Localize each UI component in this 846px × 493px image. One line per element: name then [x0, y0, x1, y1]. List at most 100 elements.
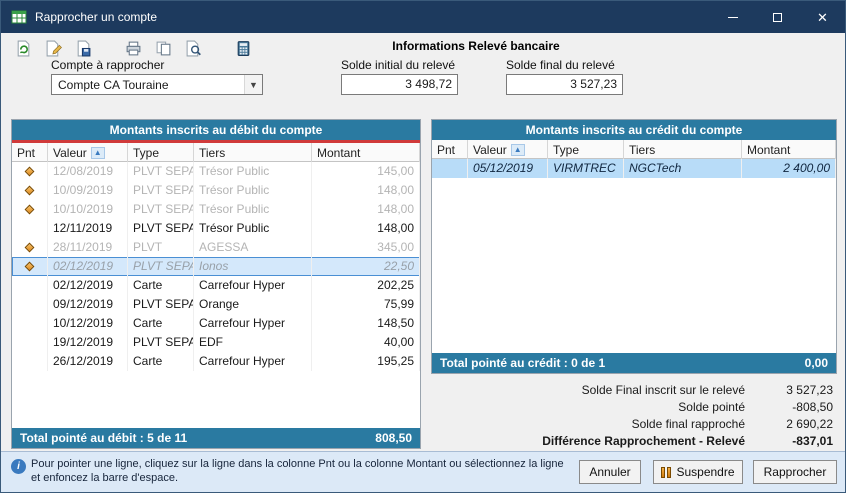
- col-montant[interactable]: Montant: [312, 143, 420, 162]
- montant-cell[interactable]: 202,25: [312, 276, 420, 295]
- type-cell: PLVT SEPA: [128, 219, 194, 238]
- copy-button[interactable]: [151, 37, 175, 59]
- solde-initial-input[interactable]: 3 498,72: [341, 74, 458, 95]
- col-tiers[interactable]: Tiers: [194, 143, 312, 162]
- montant-cell[interactable]: 148,00: [312, 200, 420, 219]
- minimize-icon: [728, 17, 738, 18]
- preview-icon: [185, 40, 202, 57]
- table-row[interactable]: 10/09/2019PLVT SEPATrésor Public148,00: [12, 181, 420, 200]
- tiers-cell: Orange: [194, 295, 312, 314]
- debit-total-bar: Total pointé au débit : 5 de 11 808,50: [12, 428, 420, 448]
- type-cell: PLVT SEPA: [128, 162, 194, 181]
- credit-panel-title: Montants inscrits au crédit du compte: [432, 120, 836, 140]
- valeur-cell: 10/10/2019: [48, 200, 128, 219]
- save-button[interactable]: [71, 37, 95, 59]
- pnt-cell[interactable]: [12, 276, 48, 295]
- montant-cell[interactable]: 195,25: [312, 352, 420, 371]
- montant-cell[interactable]: 148,50: [312, 314, 420, 333]
- table-row[interactable]: 28/11/2019PLVTAGESSA345,00: [12, 238, 420, 257]
- pointed-diamond-icon: [25, 167, 35, 177]
- col-type[interactable]: Type: [128, 143, 194, 162]
- pnt-cell[interactable]: [432, 159, 468, 178]
- pnt-cell[interactable]: [12, 238, 48, 257]
- preview-button[interactable]: [181, 37, 205, 59]
- montant-cell[interactable]: 75,99: [312, 295, 420, 314]
- print-icon: [125, 40, 142, 57]
- summary-lines: Solde Final inscrit sur le relevé3 527,2…: [431, 381, 837, 449]
- pnt-cell[interactable]: [12, 295, 48, 314]
- toolbar: [11, 37, 255, 59]
- col-montant[interactable]: Montant: [742, 140, 836, 159]
- debit-table-header: Pnt Valeur ▲ Type Tiers Montant: [12, 143, 420, 162]
- summary-line: Solde pointé-808,50: [431, 398, 837, 415]
- montant-cell[interactable]: 148,00: [312, 219, 420, 238]
- montant-cell[interactable]: 2 400,00: [742, 159, 836, 178]
- table-row[interactable]: 12/08/2019PLVT SEPATrésor Public145,00: [12, 162, 420, 181]
- col-pnt[interactable]: Pnt: [432, 140, 468, 159]
- rapprocher-button[interactable]: Rapprocher: [753, 460, 837, 484]
- montant-cell[interactable]: 145,00: [312, 162, 420, 181]
- summary-label: Solde final rapproché: [431, 417, 759, 431]
- summary-value: 3 527,23: [759, 383, 837, 397]
- rapprocher-compte-window: Rapprocher un compte ✕: [0, 0, 846, 493]
- tiers-cell: Trésor Public: [194, 181, 312, 200]
- validate-button[interactable]: [11, 37, 35, 59]
- solde-final-input[interactable]: 3 527,23: [506, 74, 623, 95]
- table-row[interactable]: 02/12/2019PLVT SEPAIonos22,50: [12, 257, 420, 276]
- table-row[interactable]: 10/12/2019CarteCarrefour Hyper148,50: [12, 314, 420, 333]
- pnt-cell[interactable]: [12, 257, 48, 276]
- table-row[interactable]: 05/12/2019VIRMTRECNGCTech2 400,00: [432, 159, 836, 178]
- montant-cell[interactable]: 22,50: [312, 257, 420, 276]
- account-select[interactable]: Compte CA Touraine ▼: [51, 74, 263, 95]
- suspendre-button[interactable]: Suspendre: [653, 460, 743, 484]
- save-icon: [75, 40, 92, 57]
- credit-total-label: Total pointé au crédit : 0 de 1: [440, 356, 605, 370]
- window-controls: ✕: [710, 1, 845, 33]
- table-row[interactable]: 02/12/2019CarteCarrefour Hyper202,25: [12, 276, 420, 295]
- calculator-button[interactable]: [231, 37, 255, 59]
- col-pnt[interactable]: Pnt: [12, 143, 48, 162]
- table-row[interactable]: 19/12/2019PLVT SEPAEDF40,00: [12, 333, 420, 352]
- print-button[interactable]: [121, 37, 145, 59]
- tiers-cell: Trésor Public: [194, 162, 312, 181]
- type-cell: PLVT SEPA: [128, 257, 194, 276]
- summary-value: -837,01: [759, 434, 837, 448]
- montant-cell[interactable]: 345,00: [312, 238, 420, 257]
- app-icon: [11, 9, 27, 25]
- pnt-cell[interactable]: [12, 200, 48, 219]
- pnt-cell[interactable]: [12, 181, 48, 200]
- pnt-cell[interactable]: [12, 333, 48, 352]
- close-button[interactable]: ✕: [800, 1, 845, 33]
- montant-cell[interactable]: 40,00: [312, 333, 420, 352]
- table-row[interactable]: 26/12/2019CarteCarrefour Hyper195,25: [12, 352, 420, 371]
- summary-value: 2 690,22: [759, 417, 837, 431]
- pointed-diamond-icon: [25, 205, 35, 215]
- col-valeur[interactable]: Valeur ▲: [48, 143, 128, 162]
- montant-cell[interactable]: 148,00: [312, 181, 420, 200]
- valeur-cell: 10/12/2019: [48, 314, 128, 333]
- tiers-cell: EDF: [194, 333, 312, 352]
- tiers-cell: NGCTech: [624, 159, 742, 178]
- pnt-cell[interactable]: [12, 352, 48, 371]
- info-icon: i: [11, 459, 26, 474]
- pnt-cell[interactable]: [12, 162, 48, 181]
- tiers-cell: Carrefour Hyper: [194, 314, 312, 333]
- solde-final-label: Solde final du relevé: [506, 58, 615, 72]
- type-cell: PLVT SEPA: [128, 295, 194, 314]
- edit-button[interactable]: [41, 37, 65, 59]
- valeur-cell: 26/12/2019: [48, 352, 128, 371]
- table-row[interactable]: 12/11/2019PLVT SEPATrésor Public148,00: [12, 219, 420, 238]
- tiers-cell: Trésor Public: [194, 200, 312, 219]
- maximize-button[interactable]: [755, 1, 800, 33]
- col-tiers[interactable]: Tiers: [624, 140, 742, 159]
- table-row[interactable]: 10/10/2019PLVT SEPATrésor Public148,00: [12, 200, 420, 219]
- pnt-cell[interactable]: [12, 219, 48, 238]
- minimize-button[interactable]: [710, 1, 755, 33]
- solde-initial-label: Solde initial du relevé: [341, 58, 455, 72]
- annuler-button[interactable]: Annuler: [579, 460, 641, 484]
- pnt-cell[interactable]: [12, 314, 48, 333]
- col-valeur[interactable]: Valeur ▲: [468, 140, 548, 159]
- table-row[interactable]: 09/12/2019PLVT SEPAOrange75,99: [12, 295, 420, 314]
- col-type[interactable]: Type: [548, 140, 624, 159]
- type-cell: PLVT SEPA: [128, 181, 194, 200]
